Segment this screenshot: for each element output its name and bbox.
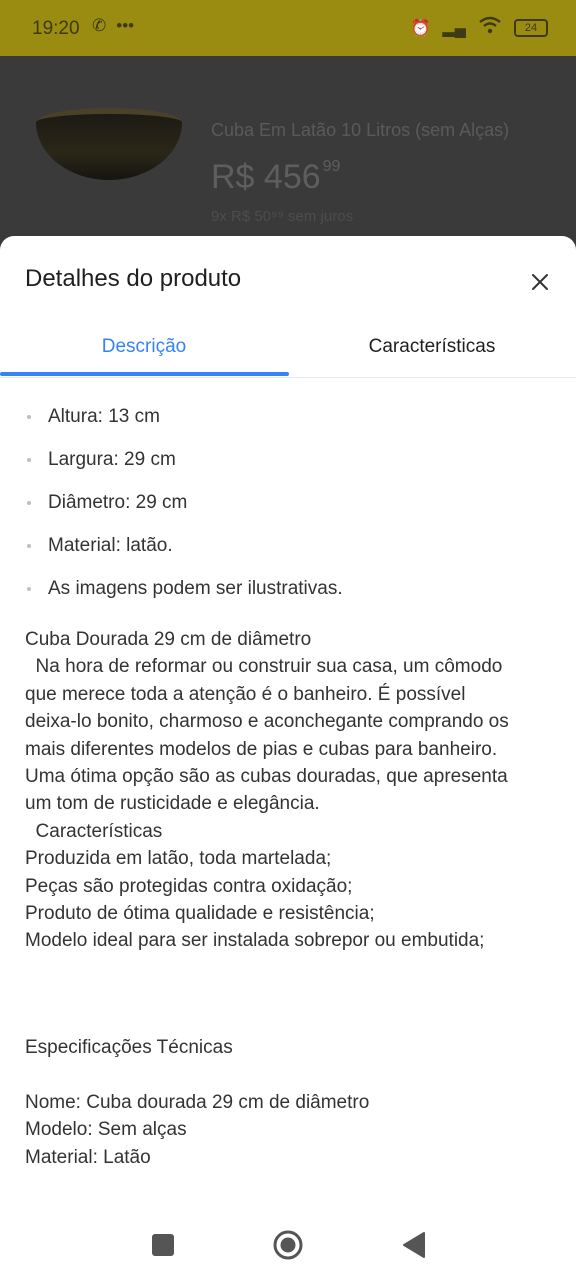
attributes-list: Altura: 13 cm Largura: 29 cm Diâmetro: 2… bbox=[25, 402, 555, 617]
whatsapp-icon: ✆ bbox=[92, 16, 107, 35]
spec-line: Modelo: Sem alças bbox=[25, 1119, 187, 1141]
spec-line: Material: Latão bbox=[25, 1146, 151, 1168]
wifi-icon bbox=[478, 16, 502, 39]
more-notifications-icon: ••• bbox=[116, 16, 135, 35]
description-line: Cuba Dourada 29 cm de diâmetro bbox=[25, 629, 312, 650]
description-line: Peças são protegidas contra oxidação; bbox=[25, 875, 353, 897]
product-title: Cuba Em Latão 10 Litros (sem Alças) bbox=[211, 120, 510, 140]
description-text: Cuba Dourada 29 cm de diâmetro Na hora d… bbox=[25, 626, 560, 955]
description-line: um tom de rusticidade e elegância. bbox=[25, 793, 320, 815]
close-button[interactable] bbox=[524, 266, 556, 298]
status-time: 19:20 bbox=[32, 18, 80, 39]
system-nav-bar bbox=[0, 1210, 576, 1280]
bullet-icon bbox=[27, 544, 31, 548]
list-item: Material: latão. bbox=[25, 531, 555, 574]
close-icon bbox=[532, 274, 548, 290]
status-bar: 19:20 ✆ ••• ⏰ ▂▄ 24 bbox=[0, 0, 576, 56]
list-item: Diâmetro: 29 cm bbox=[25, 488, 555, 531]
specs-spacer bbox=[25, 1061, 369, 1088]
bullet-icon bbox=[27, 458, 31, 462]
description-line: Características bbox=[25, 820, 163, 842]
description-line: Produzida em latão, toda martelada; bbox=[25, 848, 332, 870]
price-main: R$ 456 bbox=[211, 158, 321, 196]
specs-heading: Especificações Técnicas bbox=[25, 1037, 233, 1058]
description-line: Uma ótima opção são as cubas douradas, q… bbox=[25, 766, 508, 788]
back-button[interactable] bbox=[401, 1231, 427, 1259]
system-icons: ⏰ ▂▄ 24 bbox=[410, 16, 548, 39]
list-item: As imagens podem ser ilustrativas. bbox=[25, 574, 555, 617]
active-tab-indicator bbox=[0, 372, 289, 376]
tab-caracteristicas[interactable]: Características bbox=[288, 316, 576, 378]
description-line: Modelo ideal para ser instalada sobrepor… bbox=[25, 930, 485, 952]
sheet-title: Detalhes do produto bbox=[25, 265, 242, 292]
bullet-icon bbox=[27, 501, 31, 505]
list-item: Altura: 13 cm bbox=[25, 402, 555, 445]
recents-button[interactable] bbox=[152, 1234, 174, 1256]
description-line: Na hora de reformar ou construir sua cas… bbox=[25, 656, 503, 678]
bullet-icon bbox=[27, 587, 31, 591]
technical-specs: Especificações Técnicas Nome: Cuba doura… bbox=[25, 1034, 369, 1171]
product-details-sheet: Detalhes do produto Descrição Caracterís… bbox=[0, 236, 576, 1280]
description-line: mais diferentes modelos de pias e cubas … bbox=[25, 738, 498, 760]
description-line: deixa-lo bonito, charmoso e aconchegante… bbox=[25, 711, 509, 733]
price-cents: 99 bbox=[322, 158, 341, 175]
bullet-icon bbox=[27, 415, 31, 419]
spec-line: Nome: Cuba dourada 29 cm de diâmetro bbox=[25, 1091, 370, 1113]
description-line: Produto de ótima qualidade e resistência… bbox=[25, 903, 375, 925]
description-line: que merece toda a atenção é o banheiro. … bbox=[25, 683, 466, 705]
list-item: Largura: 29 cm bbox=[25, 445, 555, 488]
signal-icon: ▂▄ bbox=[442, 19, 466, 37]
tab-descricao[interactable]: Descrição bbox=[0, 316, 288, 378]
alarm-icon: ⏰ bbox=[410, 19, 431, 37]
product-price: R$ 456 99 bbox=[211, 158, 340, 197]
notification-icons: ✆ ••• bbox=[92, 16, 134, 36]
installments-text: 9x R$ 50⁹⁹ sem juros bbox=[211, 208, 354, 225]
battery-icon: 24 bbox=[514, 18, 548, 37]
home-button[interactable] bbox=[272, 1229, 304, 1261]
tab-bar: Descrição Características bbox=[0, 316, 576, 378]
